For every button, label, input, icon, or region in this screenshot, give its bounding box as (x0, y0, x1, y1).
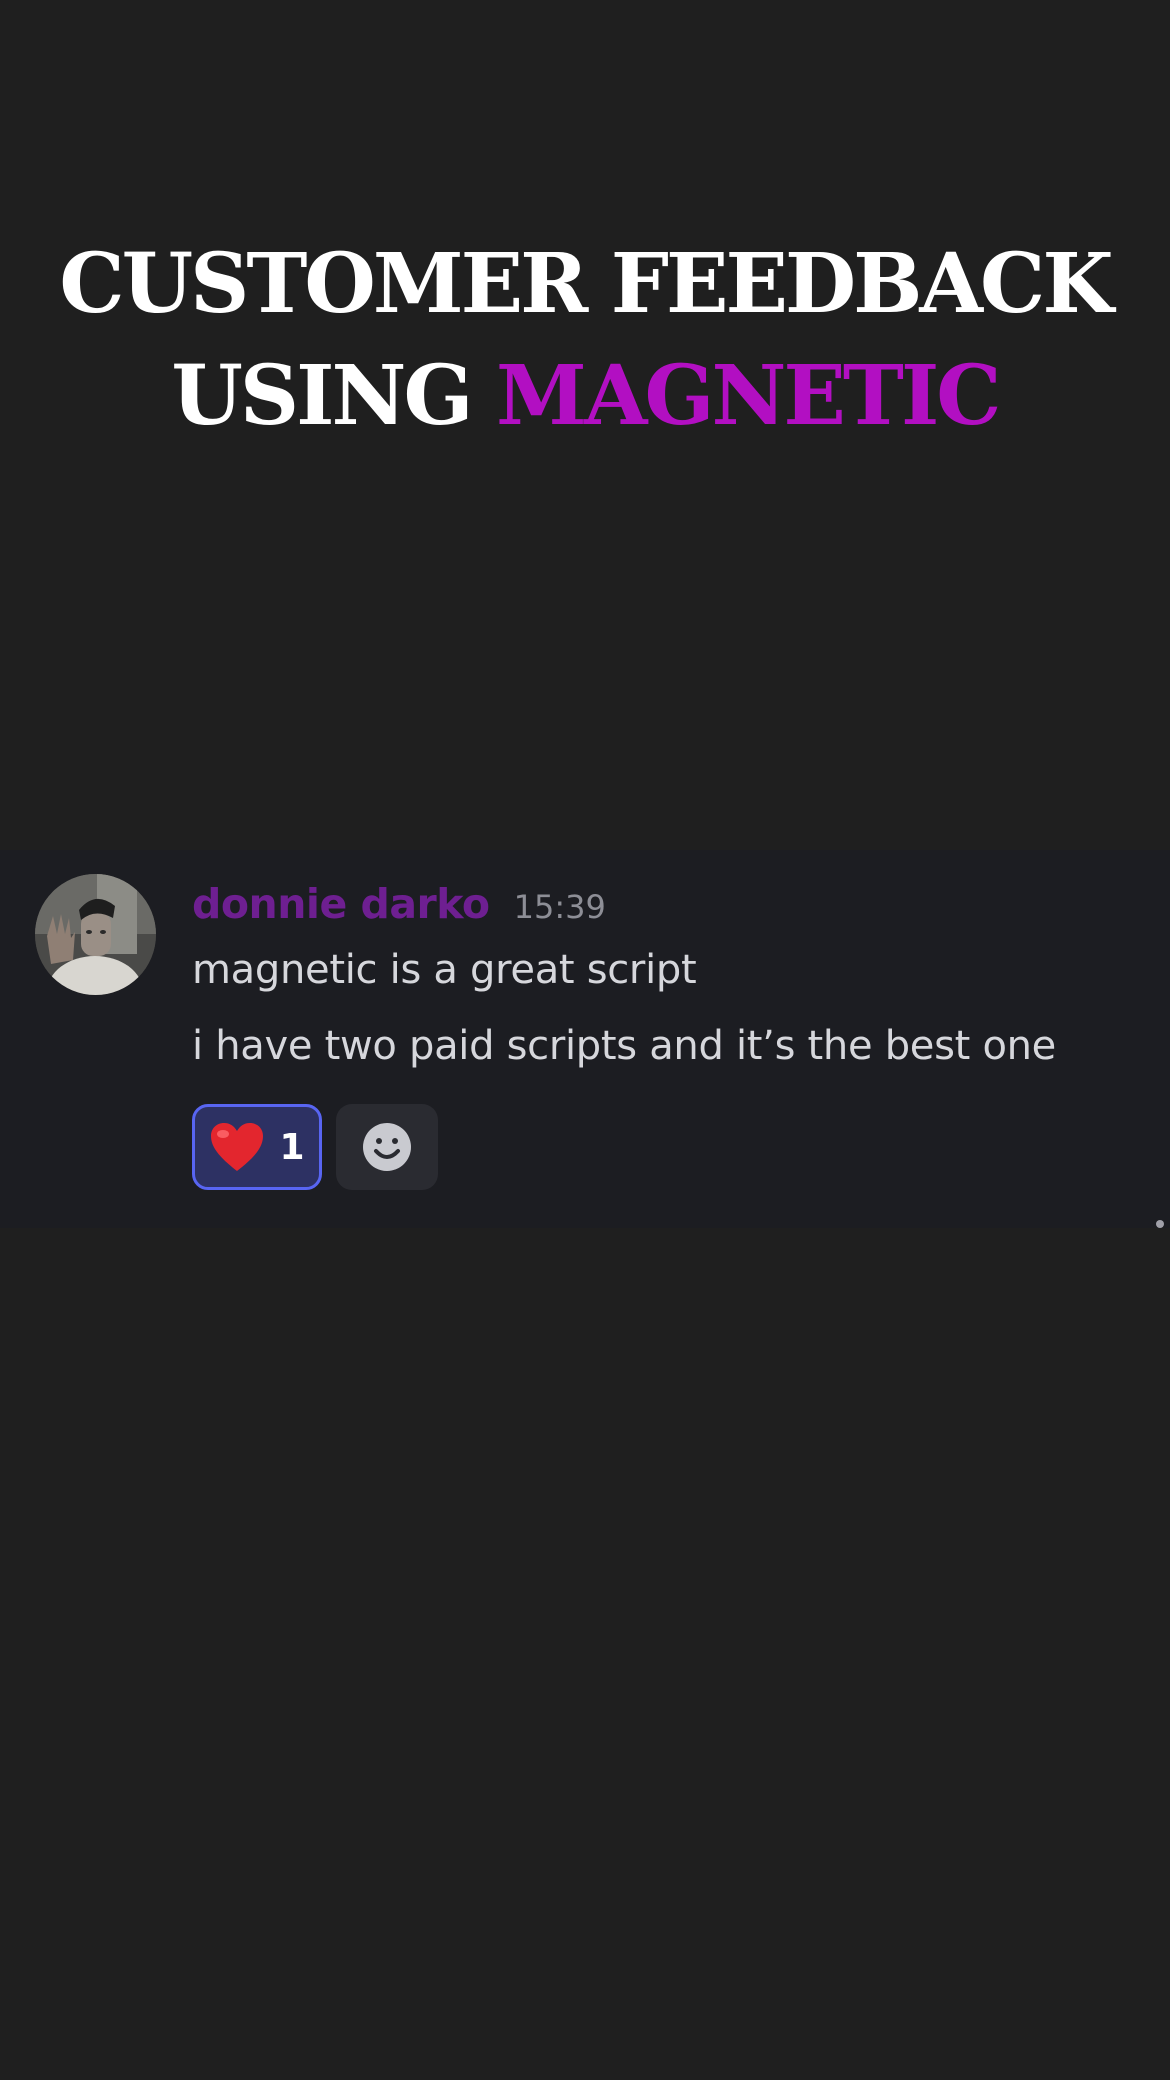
timestamp: 15:39 (513, 888, 606, 926)
headline-prefix: USING (171, 348, 497, 444)
username[interactable]: donnie darko (192, 880, 490, 928)
reaction-heart-button[interactable]: 1 (192, 1104, 322, 1190)
message-header: donnie darko 15:39 (192, 880, 1142, 938)
add-reaction-button[interactable] (336, 1104, 438, 1190)
message-text: magnetic is a great script (192, 947, 697, 993)
add-reaction-icon (363, 1123, 411, 1171)
page: CUSTOMER FEEDBACK USING MAGNETIC donnie … (0, 0, 1170, 2080)
message-text: i have two paid scripts and it’s the bes… (192, 1023, 1056, 1069)
headline-accent: MAGNETIC (496, 348, 1002, 444)
headline-line-2: USING MAGNETIC (0, 340, 1170, 452)
message-body: donnie darko 15:39 magnetic is a great s… (192, 880, 1142, 1076)
scroll-indicator (1156, 1220, 1164, 1228)
chat-message: donnie darko 15:39 magnetic is a great s… (0, 850, 1170, 1228)
red-heart-icon (211, 1123, 264, 1171)
user-avatar-photo (35, 874, 156, 995)
headline-line-1: CUSTOMER FEEDBACK (59, 236, 1113, 332)
headline: CUSTOMER FEEDBACK USING MAGNETIC (0, 228, 1170, 452)
reaction-count: 1 (279, 1126, 305, 1168)
reaction-bar: 1 (192, 1104, 438, 1190)
avatar[interactable] (35, 874, 156, 995)
